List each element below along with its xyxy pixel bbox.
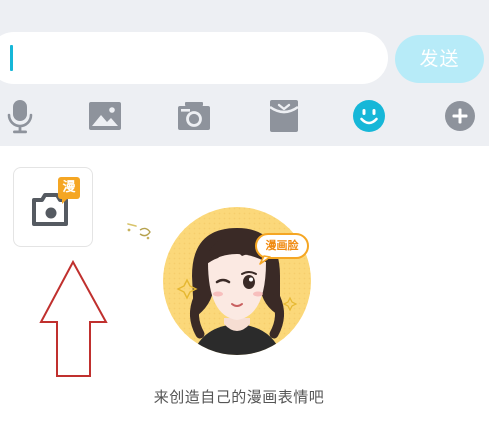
doodle-decoration	[127, 223, 151, 240]
emoji-icon[interactable]	[349, 96, 389, 136]
emoji-panel-caption: 来创造自己的漫画表情吧	[153, 388, 325, 406]
image-icon[interactable]	[85, 96, 125, 136]
create-comic-face-button[interactable]: 漫	[13, 167, 93, 247]
message-input[interactable]	[0, 32, 388, 84]
text-cursor	[10, 45, 13, 71]
plus-icon[interactable]	[440, 96, 480, 136]
annotation-arrow	[39, 259, 108, 377]
red-envelope-icon[interactable]	[264, 96, 304, 136]
comic-face-avatar: 漫画脸	[162, 206, 312, 356]
send-button[interactable]: 发送	[395, 35, 484, 83]
microphone-icon[interactable]	[0, 96, 40, 136]
input-toolbar-panel: 发送	[0, 0, 489, 146]
create-tile-badge: 漫	[62, 180, 76, 195]
comic-camera-icon	[32, 177, 80, 226]
avatar-speech-bubble-text: 漫画脸	[265, 239, 299, 252]
camera-icon[interactable]	[174, 96, 214, 136]
